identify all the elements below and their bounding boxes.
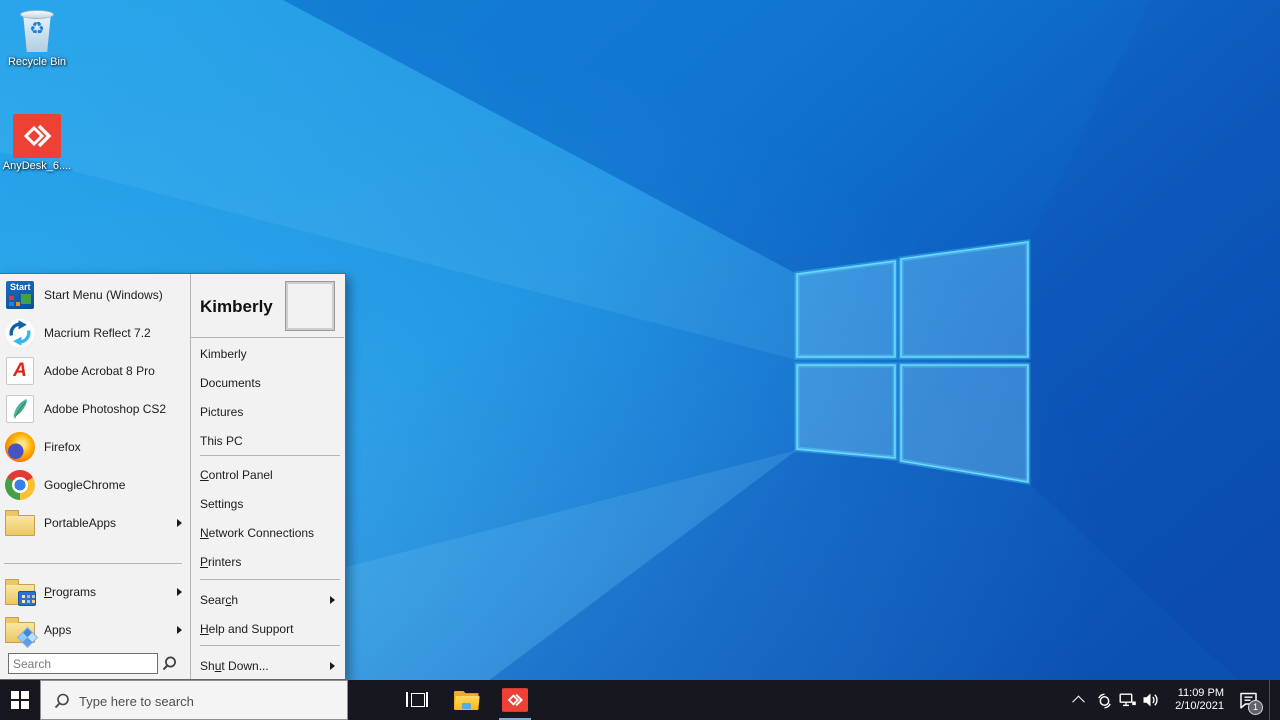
chevron-right-icon: [330, 662, 335, 670]
tray-anydesk-icon[interactable]: [1094, 680, 1114, 720]
menu-separator: [200, 645, 340, 646]
search-icon: [161, 655, 178, 672]
menu-item-adobe-acrobat[interactable]: Adobe Acrobat 8 Pro: [0, 352, 189, 390]
menu-item-google-chrome[interactable]: GoogleChrome: [0, 466, 189, 504]
file-explorer-icon: [454, 691, 479, 710]
start-button[interactable]: [0, 680, 40, 720]
show-desktop-button[interactable]: [1269, 680, 1270, 720]
taskbar-search-input[interactable]: [77, 681, 341, 720]
start-menu-search-input[interactable]: [8, 653, 158, 674]
taskbar: 11:09 PM 2/10/2021 1: [0, 680, 1280, 720]
chevron-right-icon: [330, 596, 335, 604]
menu-item-firefox[interactable]: Firefox: [0, 428, 189, 466]
adobe-photoshop-icon: [4, 393, 36, 425]
start-menu-left-column: Start Start Menu (Windows) Macrium Refle…: [0, 274, 190, 679]
menu-item-help-and-support[interactable]: Help and Support: [191, 614, 345, 643]
task-view-icon: [406, 691, 428, 709]
desktop: ♻ Recycle Bin AnyDesk_6.... Start Start …: [0, 0, 1280, 720]
menu-item-printers[interactable]: Printers: [191, 547, 345, 576]
menu-item-label: Firefox: [44, 440, 81, 454]
user-avatar[interactable]: [286, 282, 334, 330]
menu-item-programs[interactable]: Programs: [0, 573, 189, 611]
google-chrome-icon: [4, 469, 36, 501]
menu-item-search[interactable]: Search: [191, 585, 345, 614]
file-explorer-button[interactable]: [442, 680, 490, 720]
menu-separator: [4, 563, 182, 564]
search-icon: [53, 692, 71, 710]
menu-item-label: Apps: [44, 623, 71, 637]
menu-separator: [191, 337, 344, 338]
action-center-button[interactable]: 1: [1232, 680, 1264, 720]
tray-show-hidden-icons-button[interactable]: [1068, 680, 1088, 720]
chevron-right-icon: [177, 626, 182, 634]
anydesk-taskbar-button[interactable]: [491, 680, 539, 720]
portableapps-folder-icon: [4, 507, 36, 539]
taskbar-clock[interactable]: 11:09 PM 2/10/2021: [1162, 680, 1224, 720]
desktop-icon-label: AnyDesk_6....: [0, 160, 74, 173]
user-name: Kimberly: [200, 280, 273, 334]
start-menu: Start Start Menu (Windows) Macrium Refle…: [0, 273, 346, 680]
menu-item-label: Adobe Photoshop CS2: [44, 402, 166, 416]
tray-volume-icon[interactable]: [1140, 680, 1162, 720]
menu-item-control-panel[interactable]: Control Panel: [191, 460, 345, 489]
task-view-button[interactable]: [393, 680, 441, 720]
menu-item-start-menu-windows[interactable]: Start Start Menu (Windows): [0, 276, 189, 314]
menu-item-macrium-reflect[interactable]: Macrium Reflect 7.2: [0, 314, 189, 352]
tray-network-icon[interactable]: [1118, 680, 1138, 720]
macrium-reflect-icon: [4, 317, 36, 349]
apps-folder-icon: [4, 614, 36, 646]
menu-item-network-connections[interactable]: Network Connections: [191, 518, 345, 547]
recycle-bin-icon: ♻: [13, 6, 61, 54]
firefox-icon: [4, 431, 36, 463]
recycle-symbol-icon: ♻: [13, 20, 61, 37]
taskbar-search[interactable]: [40, 680, 348, 720]
menu-item-label: Programs: [44, 585, 96, 599]
chevron-right-icon: [177, 519, 182, 527]
menu-item-adobe-photoshop[interactable]: Adobe Photoshop CS2: [0, 390, 189, 428]
menu-item-label: Adobe Acrobat 8 Pro: [44, 364, 155, 378]
desktop-icon-anydesk[interactable]: AnyDesk_6....: [0, 114, 74, 173]
start-menu-windows-icon: Start: [4, 279, 36, 311]
menu-item-documents[interactable]: Documents: [191, 368, 345, 397]
start-menu-right-column: Kimberly Kimberly Documents Pictures Thi…: [191, 274, 345, 679]
menu-item-label: GoogleChrome: [44, 478, 125, 492]
adobe-acrobat-icon: [4, 355, 36, 387]
notification-badge: 1: [1248, 700, 1263, 715]
menu-item-this-pc[interactable]: This PC: [191, 426, 345, 455]
desktop-icon-recycle-bin[interactable]: ♻ Recycle Bin: [0, 6, 74, 69]
anydesk-icon: [502, 688, 528, 712]
clock-time: 11:09 PM: [1178, 687, 1224, 700]
menu-item-shut-down[interactable]: Shut Down...: [191, 651, 345, 680]
menu-item-pictures[interactable]: Pictures: [191, 397, 345, 426]
chevron-right-icon: [177, 588, 182, 596]
menu-item-label: Macrium Reflect 7.2: [44, 326, 151, 340]
programs-folder-icon: [4, 576, 36, 608]
desktop-icon-label: Recycle Bin: [0, 56, 74, 69]
menu-item-portableapps[interactable]: PortableApps: [0, 504, 189, 542]
user-header: Kimberly: [191, 280, 345, 334]
chevron-up-icon: [1072, 695, 1085, 708]
menu-separator: [200, 455, 340, 456]
anydesk-installer-icon: [13, 114, 61, 158]
menu-separator: [200, 579, 340, 580]
menu-item-label: Start Menu (Windows): [44, 288, 163, 302]
menu-item-label: PortableApps: [44, 516, 116, 530]
menu-item-user-folder[interactable]: Kimberly: [191, 339, 345, 368]
menu-item-settings[interactable]: Settings: [191, 489, 345, 518]
clock-date: 2/10/2021: [1175, 700, 1224, 713]
menu-item-apps[interactable]: Apps: [0, 611, 189, 649]
windows-logo-icon: [11, 691, 29, 709]
